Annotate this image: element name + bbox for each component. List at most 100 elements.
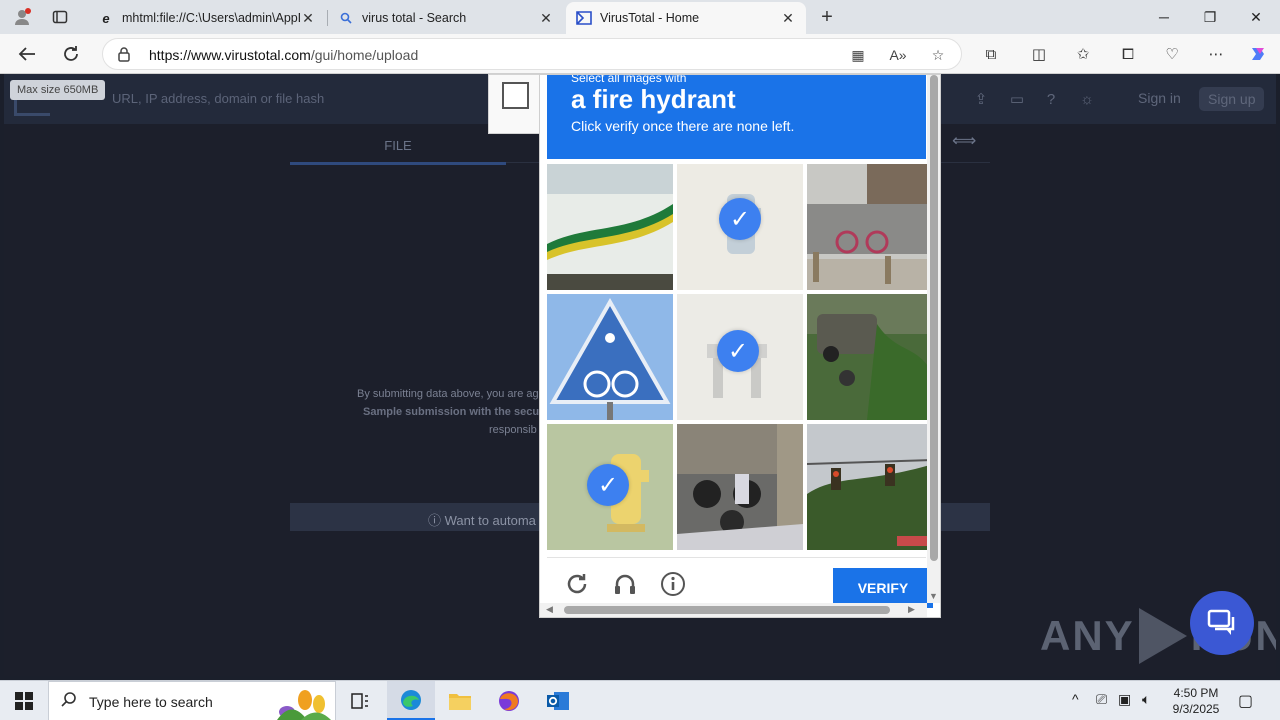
split-screen-icon[interactable]: ◫ [1026, 42, 1052, 66]
refresh-icon[interactable] [56, 40, 86, 68]
captcha-tile-9[interactable] [807, 424, 933, 550]
scroll-right-icon[interactable]: ▶ [908, 604, 915, 615]
network-icon[interactable]: ▣ [1118, 691, 1131, 708]
captcha-checkbox[interactable] [502, 82, 529, 109]
taskbar-search-placeholder: Type here to search [89, 694, 213, 710]
notifications-icon[interactable]: ▭ [1006, 88, 1028, 110]
verify-button[interactable]: VERIFY [833, 568, 933, 608]
captcha-header: Select all images with a fire hydrant Cl… [547, 75, 926, 159]
tab-virustotal[interactable]: VirusTotal - Home ✕ [566, 2, 806, 34]
tray-overflow-icon[interactable]: ^ [1072, 691, 1079, 707]
minimize-icon[interactable]: ─ [1141, 0, 1187, 34]
search-icon [338, 10, 354, 26]
terms-text-bold: Sample submission with the secu [363, 406, 540, 418]
ie-icon: e [102, 10, 110, 26]
captcha-tile-4[interactable] [547, 294, 673, 420]
theme-icon[interactable]: ☼ [1076, 88, 1098, 110]
clock[interactable]: 4:50 PM 9/3/2025 [1164, 685, 1228, 717]
captcha-tile-3[interactable] [807, 164, 933, 290]
more-icon[interactable]: ⋯ [1203, 42, 1229, 66]
device-icon[interactable]: ⎚ [1096, 691, 1107, 708]
start-button[interactable] [0, 681, 48, 720]
url-field[interactable]: https://www.virustotal.com/gui/home/uplo… [102, 38, 962, 70]
tab-title: virus total - Search [362, 11, 467, 25]
horizontal-scrollbar[interactable]: ◀ ▶ [540, 603, 927, 617]
clock-date: 9/3/2025 [1172, 702, 1220, 716]
browser-essentials-icon[interactable]: ♡ [1159, 42, 1185, 66]
upload-icon[interactable]: ⇪ [970, 88, 992, 110]
app-install-icon[interactable]: ▦ [847, 45, 869, 65]
file-explorer-icon[interactable] [436, 681, 484, 720]
firefox-icon[interactable] [485, 681, 533, 720]
profile-icon[interactable] [9, 5, 35, 29]
tab-actions-icon[interactable] [47, 5, 73, 29]
terms-text: responsib [489, 424, 537, 436]
address-bar: https://www.virustotal.com/gui/home/uplo… [0, 34, 1280, 74]
check-icon: ✓ [587, 464, 629, 506]
edge-taskbar-icon[interactable] [387, 681, 435, 720]
reload-icon[interactable] [563, 570, 591, 598]
captcha-tile-1[interactable] [547, 164, 673, 290]
scroll-left-icon[interactable]: ◀ [546, 604, 553, 615]
check-icon: ✓ [717, 330, 759, 372]
taskbar-search-input[interactable]: Type here to search [48, 681, 336, 720]
watermark-text: ANY [1040, 612, 1135, 659]
close-icon[interactable]: ✕ [780, 10, 796, 26]
vt-search-input[interactable]: URL, IP address, domain or file hash [112, 91, 324, 106]
outlook-icon[interactable] [534, 681, 582, 720]
vertical-scrollbar[interactable]: ▼ [927, 75, 940, 603]
check-icon: ✓ [719, 198, 761, 240]
scroll-thumb[interactable] [564, 606, 890, 614]
sign-up-button[interactable]: Sign up [1199, 87, 1265, 111]
captcha-tile-2[interactable]: ✓ [677, 164, 803, 290]
tab-bar: e mhtml:file://C:\Users\admin\AppD ✕ vir… [0, 0, 1280, 34]
close-icon[interactable]: ✕ [538, 10, 554, 26]
captcha-tile-8[interactable] [677, 424, 803, 550]
captcha-footer: VERIFY [547, 557, 933, 608]
automate-text: ⓘ Want to automa [428, 513, 536, 528]
tab-mhtml[interactable]: e mhtml:file://C:\Users\admin\AppD ✕ [88, 2, 326, 34]
favorites-icon[interactable]: ✩ [1070, 42, 1096, 66]
lock-icon[interactable] [117, 46, 131, 65]
captcha-grid: ✓ ✓ ✓ [547, 164, 933, 552]
advanced-search-icon[interactable]: ⟺ [952, 131, 976, 151]
sign-in-link[interactable]: Sign in [1138, 90, 1181, 106]
chat-button[interactable] [1190, 591, 1254, 655]
search-highlight-icon [267, 686, 333, 720]
close-window-icon[interactable]: ✕ [1233, 0, 1279, 34]
virustotal-icon [576, 10, 592, 26]
notifications-icon[interactable]: ▢ [1238, 691, 1253, 711]
scroll-down-icon[interactable]: ▼ [929, 591, 938, 601]
collections-icon[interactable]: ⧠ [1115, 42, 1141, 66]
new-tab-icon[interactable]: + [814, 5, 840, 29]
volume-icon[interactable]: 🔈︎ [1142, 691, 1150, 708]
close-icon[interactable]: ✕ [300, 10, 316, 26]
clock-time: 4:50 PM [1173, 686, 1219, 700]
search-icon [61, 691, 77, 712]
task-view-icon[interactable] [336, 681, 384, 720]
help-icon[interactable]: ? [1040, 88, 1062, 110]
tab-title: mhtml:file://C:\Users\admin\AppD [122, 11, 300, 25]
tab-search[interactable]: virus total - Search ✕ [328, 2, 564, 34]
captcha-tile-5[interactable]: ✓ [677, 294, 803, 420]
url-text: https://www.virustotal.com/gui/home/uplo… [149, 47, 419, 63]
scroll-thumb[interactable] [930, 75, 938, 561]
tab-title: VirusTotal - Home [600, 11, 700, 25]
max-size-tooltip: Max size 650MB [10, 80, 106, 100]
audio-icon[interactable] [611, 570, 639, 598]
read-aloud-icon[interactable]: A» [887, 45, 909, 65]
copilot-icon[interactable] [1245, 42, 1271, 66]
back-icon[interactable] [12, 40, 42, 68]
taskbar: Type here to search ^ ⎚ ▣ 🔈︎ 4:50 PM 9/3… [0, 680, 1280, 720]
extensions-icon[interactable]: ⧉ [978, 42, 1004, 66]
info-icon[interactable] [659, 570, 687, 598]
tab-file[interactable]: FILE [290, 129, 506, 165]
captcha-target: a fire hydrant [571, 84, 736, 114]
terms-text: By submitting data above, you are ag [357, 388, 539, 400]
captcha-tile-6[interactable] [807, 294, 933, 420]
favorite-star-icon[interactable]: ☆ [927, 45, 949, 65]
captcha-anchor [488, 74, 540, 134]
captcha-tile-7[interactable]: ✓ [547, 424, 673, 550]
restore-icon[interactable]: ❐ [1187, 0, 1233, 34]
captcha-instruction: Click verify once there are none left. [571, 118, 795, 134]
